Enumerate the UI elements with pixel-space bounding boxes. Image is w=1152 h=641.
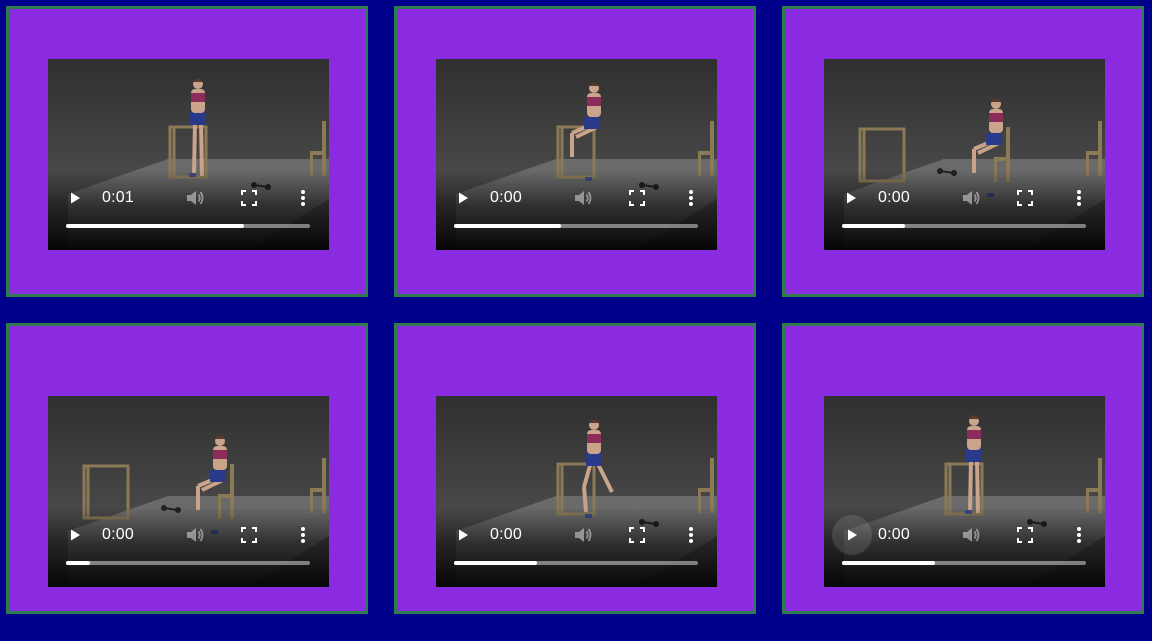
more-options-button[interactable] [1066, 522, 1092, 548]
play-button[interactable] [832, 515, 872, 555]
video-frame-image [824, 59, 1105, 250]
progress-bar[interactable] [66, 224, 310, 228]
mute-button[interactable] [958, 185, 984, 211]
fullscreen-button[interactable] [236, 522, 262, 548]
video-controls: 0:00 [436, 522, 717, 548]
progress-played [66, 561, 91, 565]
current-time: 0:01 [102, 189, 134, 206]
fullscreen-icon [629, 527, 645, 543]
more-vertical-icon [689, 527, 693, 543]
volume-icon [187, 191, 204, 205]
play-icon [848, 529, 857, 541]
more-vertical-icon [689, 190, 693, 206]
video-player[interactable]: 0:00 [824, 59, 1105, 250]
play-button[interactable] [62, 185, 88, 211]
volume-icon [575, 528, 592, 542]
fullscreen-icon [241, 190, 257, 206]
video-frame-image [824, 396, 1105, 587]
video-player[interactable]: 0:00 [824, 396, 1105, 587]
mute-button[interactable] [570, 185, 596, 211]
more-options-button[interactable] [290, 522, 316, 548]
current-time: 0:00 [878, 189, 910, 206]
mute-button[interactable] [182, 522, 208, 548]
progress-bar[interactable] [842, 561, 1086, 565]
progress-played [66, 224, 245, 228]
video-tile: 0:00 [394, 6, 756, 297]
volume-icon [187, 528, 204, 542]
current-time: 0:00 [878, 526, 910, 543]
mute-button[interactable] [958, 522, 984, 548]
more-options-button[interactable] [290, 185, 316, 211]
video-tile: 0:00 [6, 323, 368, 614]
fullscreen-icon [1017, 527, 1033, 543]
fullscreen-icon [1017, 190, 1033, 206]
play-icon [459, 529, 468, 541]
progress-played [454, 561, 537, 565]
video-frame-image [436, 396, 717, 587]
more-vertical-icon [301, 527, 305, 543]
fullscreen-button[interactable] [624, 185, 650, 211]
video-player[interactable]: 0:00 [436, 59, 717, 250]
progress-played [842, 561, 935, 565]
progress-played [454, 224, 562, 228]
video-frame-image [48, 396, 329, 587]
progress-bar[interactable] [454, 224, 698, 228]
more-vertical-icon [1077, 527, 1081, 543]
video-controls: 0:00 [824, 515, 1105, 555]
video-frame-image [436, 59, 717, 250]
more-vertical-icon [301, 190, 305, 206]
progress-bar[interactable] [842, 224, 1086, 228]
play-button[interactable] [450, 185, 476, 211]
fullscreen-icon [241, 527, 257, 543]
fullscreen-button[interactable] [1012, 185, 1038, 211]
volume-icon [963, 191, 980, 205]
mute-button[interactable] [182, 185, 208, 211]
video-player[interactable]: 0:01 [48, 59, 329, 250]
play-button[interactable] [450, 522, 476, 548]
play-icon [71, 529, 80, 541]
fullscreen-icon [629, 190, 645, 206]
current-time: 0:00 [490, 189, 522, 206]
video-controls: 0:00 [436, 185, 717, 211]
more-options-button[interactable] [678, 185, 704, 211]
volume-icon [575, 191, 592, 205]
play-button[interactable] [62, 522, 88, 548]
fullscreen-button[interactable] [1012, 522, 1038, 548]
video-controls: 0:00 [48, 522, 329, 548]
play-button[interactable] [838, 185, 864, 211]
current-time: 0:00 [490, 526, 522, 543]
more-options-button[interactable] [1066, 185, 1092, 211]
video-player[interactable]: 0:00 [436, 396, 717, 587]
video-grid: 0:01 0:00 0:00 0:00 0:00 0:00 [0, 0, 1152, 641]
mute-button[interactable] [570, 522, 596, 548]
video-controls: 0:00 [824, 185, 1105, 211]
more-vertical-icon [1077, 190, 1081, 206]
video-player[interactable]: 0:00 [48, 396, 329, 587]
fullscreen-button[interactable] [624, 522, 650, 548]
play-icon [459, 192, 468, 204]
video-tile: 0:01 [6, 6, 368, 297]
progress-bar[interactable] [454, 561, 698, 565]
progress-bar[interactable] [66, 561, 310, 565]
volume-icon [963, 528, 980, 542]
video-controls: 0:01 [48, 185, 329, 211]
current-time: 0:00 [102, 526, 134, 543]
video-tile: 0:00 [782, 6, 1144, 297]
progress-played [842, 224, 906, 228]
video-tile: 0:00 [394, 323, 756, 614]
video-tile: 0:00 [782, 323, 1144, 614]
fullscreen-button[interactable] [236, 185, 262, 211]
play-icon [847, 192, 856, 204]
more-options-button[interactable] [678, 522, 704, 548]
video-frame-image [48, 59, 329, 250]
play-icon [71, 192, 80, 204]
